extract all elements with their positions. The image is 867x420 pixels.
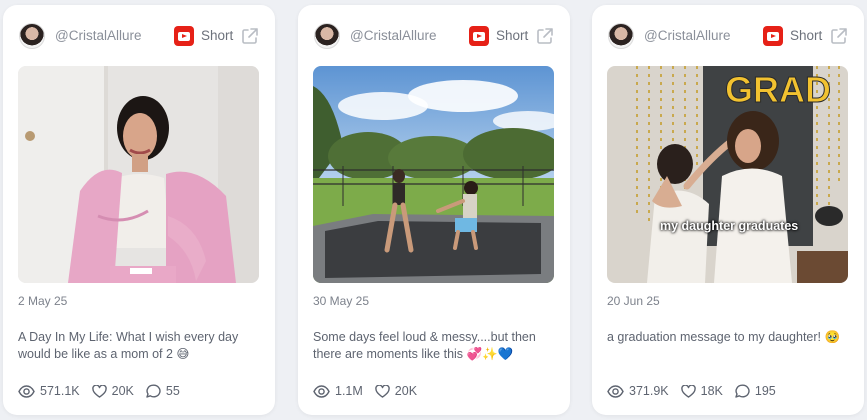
video-caption-overlay: my daughter graduates <box>660 219 799 233</box>
views-stat: 1.1M <box>313 384 363 398</box>
comments-stat: 55 <box>146 384 180 398</box>
engagement-stats: 371.9K 18K 195 <box>607 382 788 400</box>
publish-date: 2 May 25 <box>18 294 68 308</box>
avatar[interactable] <box>608 23 634 49</box>
engagement-stats: 1.1M 20K <box>313 382 429 400</box>
youtube-icon <box>469 26 489 46</box>
youtube-icon <box>174 26 194 46</box>
comments-stat: 195 <box>735 384 776 398</box>
views-count: 371.9K <box>629 384 669 398</box>
publish-date: 30 May 25 <box>313 294 370 308</box>
video-type-label: Short <box>201 28 234 43</box>
creator-handle[interactable]: @CristalAllure <box>350 28 436 43</box>
video-title[interactable]: Some days feel loud & messy....but then … <box>313 329 553 363</box>
card-header: @CristalAllure Short <box>592 21 864 51</box>
likes-stat: 20K <box>91 384 134 398</box>
card-header: @CristalAllure Short <box>3 21 275 51</box>
views-count: 1.1M <box>335 384 363 398</box>
heart-icon <box>375 384 390 398</box>
views-count: 571.1K <box>40 384 80 398</box>
grad-sign: GRAD <box>725 69 831 110</box>
engagement-stats: 571.1K 20K 55 <box>18 382 192 400</box>
card-header: @CristalAllure Short <box>298 21 570 51</box>
creator-handle[interactable]: @CristalAllure <box>55 28 141 43</box>
publish-date: 20 Jun 25 <box>607 294 660 308</box>
video-thumbnail[interactable] <box>18 66 259 283</box>
comments-count: 195 <box>754 384 776 398</box>
comment-icon <box>735 384 750 398</box>
avatar[interactable] <box>19 23 45 49</box>
external-link-icon[interactable] <box>829 26 849 46</box>
video-card[interactable]: @CristalAllure Short <box>298 5 570 415</box>
views-stat: 571.1K <box>18 384 80 398</box>
video-type-label: Short <box>496 28 529 43</box>
likes-count: 20K <box>394 384 418 398</box>
comments-count: 55 <box>165 384 180 398</box>
eye-icon <box>607 384 624 398</box>
external-link-icon[interactable] <box>535 26 555 46</box>
video-thumbnail[interactable]: GRAD my daughter graduates <box>607 66 848 283</box>
video-card[interactable]: @CristalAllure Short <box>592 5 864 415</box>
likes-stat: 20K <box>375 384 417 398</box>
video-title[interactable]: A Day In My Life: What I wish every day … <box>18 329 258 363</box>
video-card[interactable]: @CristalAllure Short <box>3 5 275 415</box>
video-title[interactable]: a graduation message to my daughter! 🥹 <box>607 329 847 346</box>
youtube-icon <box>763 26 783 46</box>
avatar[interactable] <box>314 23 340 49</box>
creator-handle[interactable]: @CristalAllure <box>644 28 730 43</box>
video-type-label: Short <box>790 28 823 43</box>
heart-icon <box>680 384 696 398</box>
video-thumbnail[interactable] <box>313 66 554 283</box>
eye-icon <box>18 384 35 398</box>
likes-stat: 18K <box>680 384 723 398</box>
likes-count: 18K <box>700 384 723 398</box>
views-stat: 371.9K <box>607 384 669 398</box>
eye-icon <box>313 384 330 398</box>
heart-icon <box>91 384 107 398</box>
likes-count: 20K <box>111 384 134 398</box>
external-link-icon[interactable] <box>240 26 260 46</box>
comment-icon <box>146 384 161 398</box>
